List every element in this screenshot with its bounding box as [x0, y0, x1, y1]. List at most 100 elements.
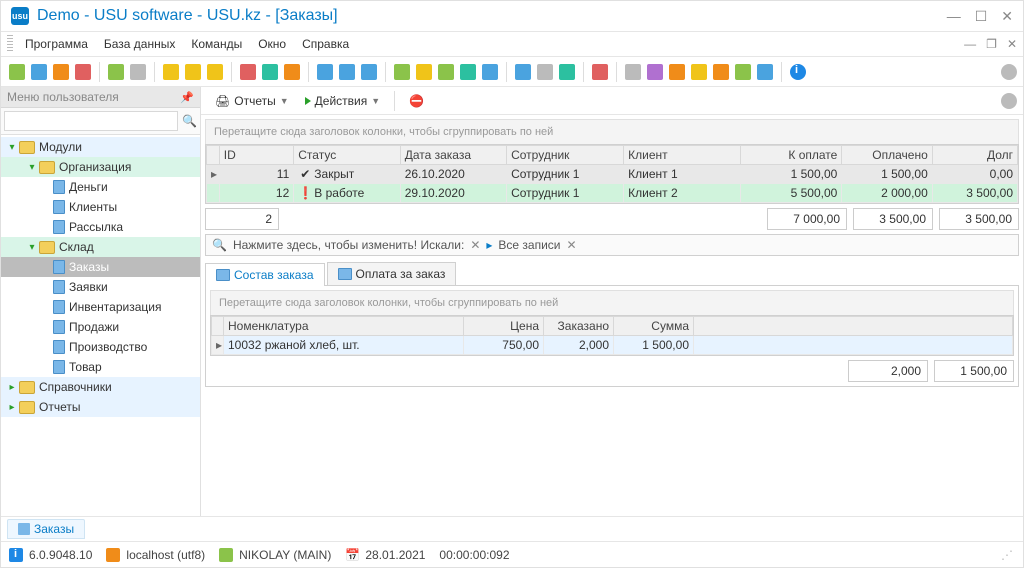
status-user: NIKOLAY (MAIN)	[219, 548, 331, 562]
menu-window[interactable]: Окно	[250, 35, 294, 53]
tb-tree-icon[interactable]	[337, 62, 357, 82]
tb-grid-icon[interactable]	[315, 62, 335, 82]
tb-add-icon[interactable]	[392, 62, 412, 82]
filter-hint[interactable]: Нажмите здесь, чтобы изменить! Искали:	[233, 238, 464, 252]
tb-pin-icon[interactable]	[590, 62, 610, 82]
menu-database[interactable]: База данных	[96, 35, 183, 53]
resize-grip[interactable]: ⋰	[1001, 548, 1015, 562]
mdi-close[interactable]: ✕	[1007, 37, 1017, 51]
stop-button[interactable]: ⛔	[403, 92, 430, 110]
tb-filter2-icon[interactable]	[183, 62, 203, 82]
group-hint[interactable]: Перетащите сюда заголовок колонки, чтобы…	[205, 119, 1019, 144]
tree-orders[interactable]: Заказы	[1, 257, 200, 277]
tree-reports[interactable]: ▸Отчеты	[1, 397, 200, 417]
status-date: 📅28.01.2021	[345, 548, 425, 562]
tb-refresh-icon[interactable]	[106, 62, 126, 82]
tb-new-icon[interactable]	[7, 62, 27, 82]
tb-colors-icon[interactable]	[645, 62, 665, 82]
status-version: 6.0.9048.10	[9, 548, 92, 562]
search-icon: 🔍	[212, 238, 227, 252]
orders-sum-debt: 3 500,00	[939, 208, 1019, 230]
search-icon[interactable]: 🔍	[182, 114, 197, 128]
actions-button[interactable]: Действия ▼	[299, 92, 387, 110]
detail-group-hint[interactable]: Перетащите сюда заголовок колонки, чтобы…	[210, 290, 1014, 315]
app-icon: usu	[11, 7, 29, 25]
tree-money[interactable]: Деньги	[1, 177, 200, 197]
tree-requests[interactable]: Заявки	[1, 277, 200, 297]
doc-tabs: Заказы	[1, 516, 1023, 541]
menu-program[interactable]: Программа	[17, 35, 96, 53]
orders-row[interactable]: ▸11✔Закрыт26.10.2020Сотрудник 1Клиент 11…	[207, 165, 1018, 184]
tree-directories[interactable]: ▸Справочники	[1, 377, 200, 397]
orders-count: 2	[205, 208, 279, 230]
tb-delete-icon[interactable]	[73, 62, 93, 82]
tree-mailing[interactable]: Рассылка	[1, 217, 200, 237]
tree-modules[interactable]: ▾Модули	[1, 137, 200, 157]
tb-doc-icon[interactable]	[29, 62, 49, 82]
orders-row[interactable]: 12❗В работе29.10.2020Сотрудник 1Клиент 2…	[207, 184, 1018, 203]
tb-gear-icon[interactable]	[623, 62, 643, 82]
tab-order-payment[interactable]: Оплата за заказ	[327, 262, 457, 285]
reports-button[interactable]: 🖨 Отчеты ▼	[209, 92, 295, 110]
tb-info-icon[interactable]	[788, 62, 808, 82]
chevron-down-icon: ▼	[280, 96, 289, 106]
tree-goods[interactable]: Товар	[1, 357, 200, 377]
tb-terminal-icon[interactable]	[535, 62, 555, 82]
tb-edit-icon[interactable]	[51, 62, 71, 82]
menu-help[interactable]: Справка	[294, 35, 357, 53]
tb-excel-icon[interactable]	[436, 62, 456, 82]
tree-organization[interactable]: ▾Организация	[1, 157, 200, 177]
minimize-button[interactable]: —	[947, 8, 961, 25]
tb-image-icon[interactable]	[260, 62, 280, 82]
tb-search-icon[interactable]	[128, 62, 148, 82]
filter-all-records[interactable]: Все записи	[498, 238, 560, 252]
mdi-minimize[interactable]: —	[964, 37, 976, 51]
tree-inventory[interactable]: Инвентаризация	[1, 297, 200, 317]
tb-tag-icon[interactable]	[282, 62, 302, 82]
tb-rss-icon[interactable]	[667, 62, 687, 82]
close-button[interactable]: ✕	[1001, 8, 1013, 25]
subtoolbar-refresh-icon[interactable]	[999, 91, 1019, 111]
menu-commands[interactable]: Команды	[183, 35, 250, 53]
tb-people-icon[interactable]	[557, 62, 577, 82]
filter-all-clear-icon[interactable]: ✕	[567, 238, 577, 252]
tb-filter-icon[interactable]	[161, 62, 181, 82]
tb-csv-icon[interactable]	[458, 62, 478, 82]
detail-row[interactable]: ▸10032 ржаной хлеб, шт.750,002,0001 500,…	[212, 336, 1013, 355]
detail-header[interactable]: Номенклатура Цена Заказано Сумма	[212, 317, 1013, 336]
status-host: localhost (utf8)	[106, 548, 205, 562]
sidebar-header: Меню пользователя 📌	[1, 87, 200, 108]
tb-lock-icon[interactable]	[689, 62, 709, 82]
tb-window-icon[interactable]	[513, 62, 533, 82]
orders-header[interactable]: IDСтатусДата заказа СотрудникКлиент К оп…	[207, 146, 1018, 165]
tb-check-icon[interactable]	[359, 62, 379, 82]
tb-refresh-right-icon[interactable]	[999, 62, 1019, 82]
filter-bar[interactable]: 🔍 Нажмите здесь, чтобы изменить! Искали:…	[205, 234, 1019, 256]
tb-import-icon[interactable]	[480, 62, 500, 82]
tb-flag-icon[interactable]	[238, 62, 258, 82]
detail-grid: Номенклатура Цена Заказано Сумма ▸10032 …	[210, 315, 1014, 356]
tb-brush-icon[interactable]	[755, 62, 775, 82]
doctab-orders[interactable]: Заказы	[7, 519, 85, 539]
doc-icon	[338, 268, 352, 280]
tb-filter3-icon[interactable]	[205, 62, 225, 82]
maximize-button[interactable]: ☐	[975, 8, 988, 25]
mdi-restore[interactable]: ❐	[986, 37, 997, 51]
sidebar-pin-icon[interactable]: 📌	[180, 91, 194, 104]
tb-users-icon[interactable]	[733, 62, 753, 82]
tb-user-icon[interactable]	[711, 62, 731, 82]
tree-sales[interactable]: Продажи	[1, 317, 200, 337]
tree-production[interactable]: Производство	[1, 337, 200, 357]
tree-clients[interactable]: Клиенты	[1, 197, 200, 217]
chevron-down-icon: ▼	[371, 96, 380, 106]
tb-note-icon[interactable]	[414, 62, 434, 82]
sidebar-search: 🔍	[1, 108, 200, 135]
tab-order-items[interactable]: Состав заказа	[205, 263, 325, 286]
titlebar: usu Demo - USU software - USU.kz - [Зака…	[1, 1, 1023, 31]
tree-warehouse[interactable]: ▾Склад	[1, 237, 200, 257]
no-entry-icon: ⛔	[409, 94, 424, 108]
detail-tabs: Состав заказа Оплата за заказ	[205, 262, 1019, 286]
menubar: Программа База данных Команды Окно Справ…	[1, 31, 1023, 57]
sidebar-search-input[interactable]	[4, 111, 178, 131]
filter-clear-icon[interactable]: ✕	[470, 238, 480, 252]
